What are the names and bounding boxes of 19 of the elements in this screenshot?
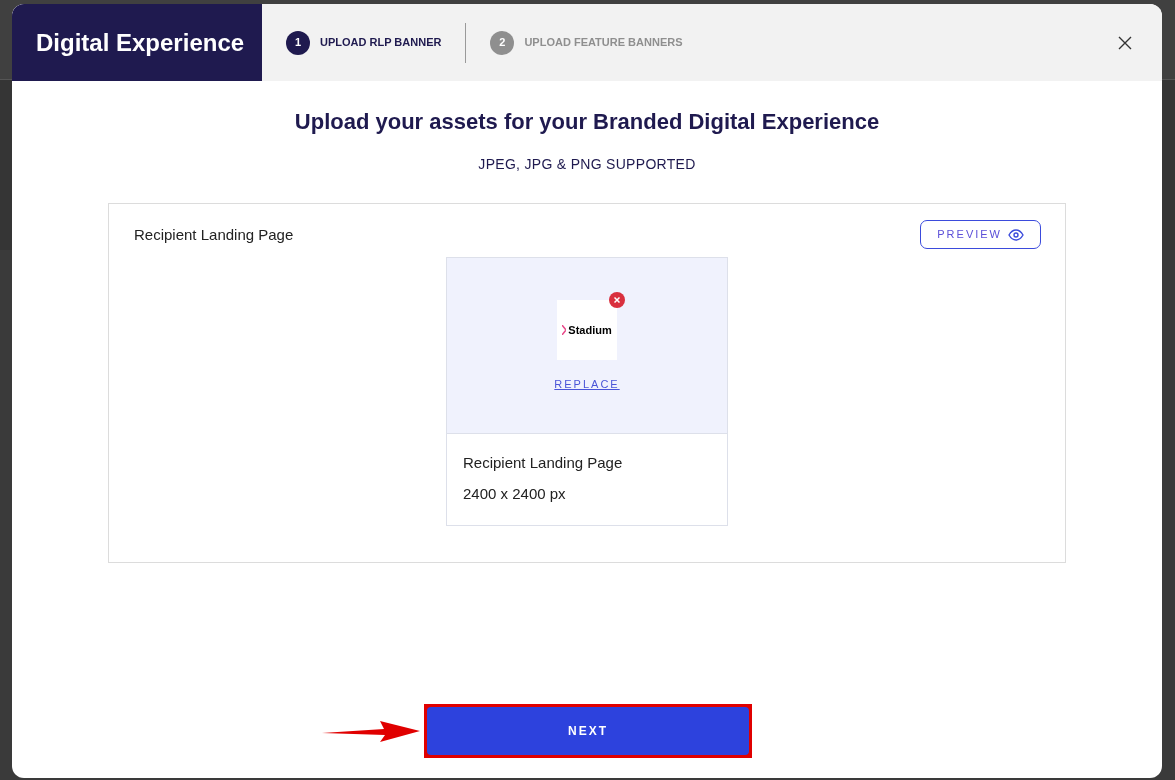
step-number: 2: [490, 30, 515, 55]
close-icon: [1118, 35, 1132, 50]
logo-text: Stadium: [568, 322, 612, 338]
step-number: 1: [286, 30, 310, 55]
preview-button[interactable]: PREVIEW: [920, 220, 1041, 249]
step-tab[interactable]: 2 UPLOAD FEATURE BANNERS: [490, 30, 683, 55]
supported-formats: JPEG, JPG & PNG SUPPORTED: [478, 155, 696, 174]
replace-link[interactable]: REPLACE: [554, 376, 620, 393]
close-icon: [614, 297, 620, 303]
eye-icon: [1008, 228, 1024, 241]
asset-name: Recipient Landing Page: [463, 453, 624, 473]
next-button[interactable]: NEXT: [427, 707, 749, 755]
step-tab[interactable]: 1 UPLOAD RLP BANNER: [286, 30, 442, 55]
page-heading: Upload your assets for your Branded Digital Experience: [294, 108, 880, 136]
modal-title: Digital Experience: [12, 4, 262, 81]
asset-size: 2400 x 2400 px: [463, 483, 567, 504]
panel-title: Recipient Landing Page: [134, 225, 294, 245]
remove-button[interactable]: [609, 292, 625, 308]
logo-mark-icon: [562, 325, 567, 335]
